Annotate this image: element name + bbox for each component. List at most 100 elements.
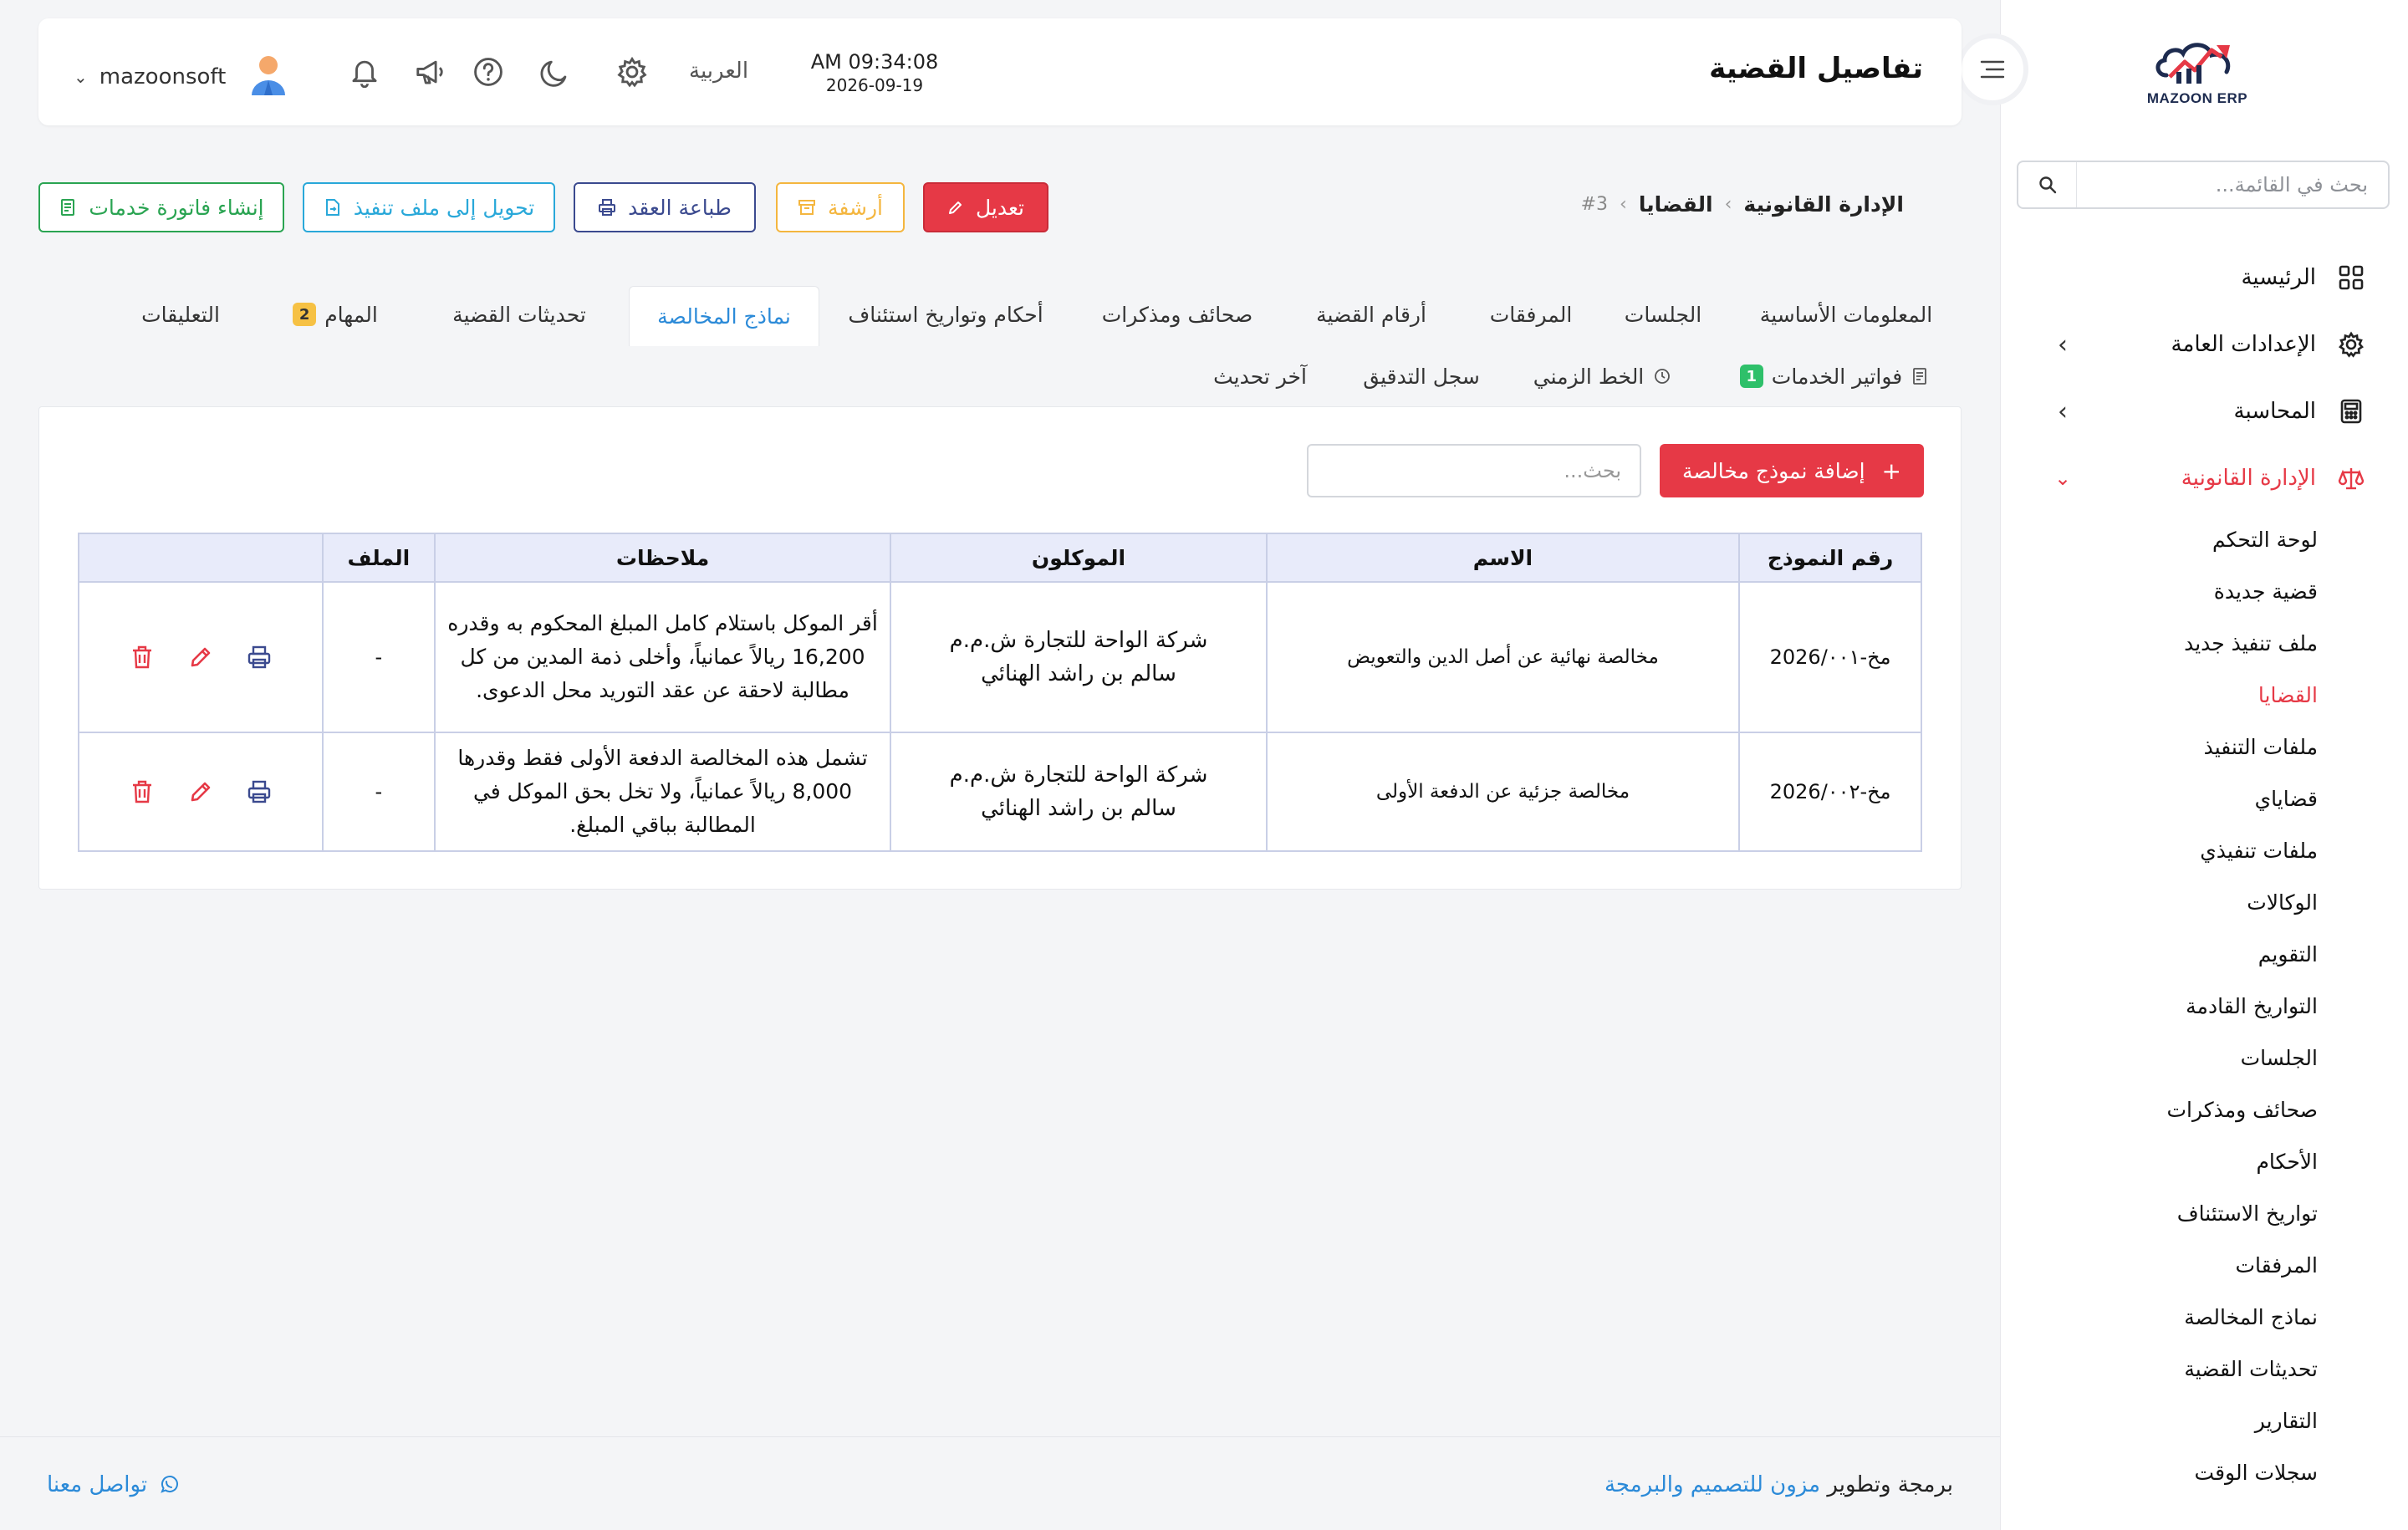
edit-icon[interactable] — [188, 645, 213, 670]
sidebar-subitem[interactable]: قضاياي — [2000, 773, 2408, 824]
tab-judgments[interactable]: أحكام وتواريخ استئناف — [824, 284, 1067, 344]
settings-gear-icon[interactable] — [612, 52, 652, 92]
print-icon[interactable] — [247, 779, 272, 804]
help-icon[interactable] — [468, 52, 508, 92]
user-menu[interactable]: ⌄ mazoonsoft — [74, 54, 288, 100]
settlements-table: رقم النموذج الاسم الموكلون ملاحظات الملف… — [78, 533, 1922, 852]
tab-audit-log[interactable]: سجل التدقيق — [1346, 346, 1497, 406]
sidebar-subitem[interactable]: نماذج المخالصة — [2000, 1291, 2408, 1343]
sidebar-subitem[interactable]: ملفات التنفيذ — [2000, 721, 2408, 773]
tab-tasks[interactable]: المهام 2 — [258, 284, 405, 344]
language-switch[interactable]: العربية — [689, 59, 748, 84]
sidebar-search — [2017, 161, 2390, 209]
table-row: مخ-2026/٠٠١ مخالصة نهائية عن أصل الدين و… — [78, 581, 1922, 733]
settlements-search-input[interactable] — [1307, 444, 1641, 497]
pencil-icon — [947, 199, 964, 216]
edit-icon[interactable] — [188, 779, 213, 804]
tab-timeline[interactable]: الخط الزمني — [1518, 346, 1686, 406]
search-icon[interactable] — [2018, 162, 2077, 207]
sidebar-subitem[interactable]: لوحة التحكم — [2000, 513, 2408, 565]
sidebar-subitem-cases[interactable]: القضايا — [2000, 669, 2408, 721]
chevron-down-icon: ⌄ — [2053, 467, 2072, 490]
case-tabs: المعلومات الأساسية الجلسات المرفقات أرقا… — [38, 284, 1962, 406]
breadcrumb: الإدارة القانونية ‹ القضايا ‹ #3 — [1581, 192, 1904, 217]
cell-name: مخالصة نهائية عن أصل الدين والتعويض — [1265, 581, 1741, 733]
sidebar-toggle-button[interactable] — [1956, 33, 2028, 105]
contact-us-link[interactable]: تواصل معنا — [47, 1472, 179, 1497]
username: mazoonsoft — [99, 64, 227, 89]
sidebar-subitem[interactable]: التواريخ القادمة — [2000, 980, 2408, 1032]
trash-icon[interactable] — [130, 779, 155, 804]
cell-clients: شركة الواحة للتجارة ش.م.م سالم بن راشد ا… — [890, 732, 1268, 852]
megaphone-icon[interactable] — [410, 52, 450, 92]
sidebar-subitem[interactable]: المرفقات — [2000, 1239, 2408, 1291]
sidebar-search-input[interactable] — [2077, 162, 2388, 207]
sidebar-item-label: الإعدادات العامة — [2171, 332, 2316, 357]
settlements-panel: + إضافة نموذج مخالصة رقم النموذج الاسم ا… — [38, 406, 1962, 890]
tab-case-numbers[interactable]: أرقام القضية — [1288, 284, 1455, 344]
archive-button[interactable]: أرشفة — [776, 182, 905, 232]
cell-number: مخ-2026/٠٠٢ — [1738, 732, 1922, 852]
plus-icon: + — [1881, 456, 1901, 485]
column-header: رقم النموذج — [1738, 533, 1922, 583]
calculator-icon — [2336, 396, 2366, 426]
logo[interactable]: MAZOON ERP — [2140, 33, 2254, 117]
sidebar-subitem[interactable]: التقارير — [2000, 1395, 2408, 1446]
add-settlement-button[interactable]: + إضافة نموذج مخالصة — [1660, 444, 1924, 497]
tab-basic-info[interactable]: المعلومات الأساسية — [1732, 284, 1960, 344]
print-contract-button[interactable]: طباعة العقد — [574, 182, 756, 232]
convert-to-execution-button[interactable]: تحويل إلى ملف تنفيذ — [303, 182, 555, 232]
trash-icon[interactable] — [130, 645, 155, 670]
archive-label: أرشفة — [827, 195, 883, 220]
sidebar-subitem[interactable]: الجلسات — [2000, 1032, 2408, 1084]
chevron-left-icon: ‹ — [2058, 396, 2068, 426]
sidebar-subitem[interactable]: ملف تنفيذ جديد — [2000, 617, 2408, 669]
sidebar-subitem[interactable]: التقويم — [2000, 928, 2408, 980]
moon-icon[interactable] — [535, 52, 575, 92]
sidebar: MAZOON ERP الرئيسية الإعدادات العامة ‹ — [2000, 0, 2408, 1530]
avatar[interactable] — [249, 54, 288, 100]
clock: AM 09:34:08 2026-09-19 — [791, 50, 958, 95]
tab-settlements[interactable]: نماذج المخالصة — [629, 286, 819, 346]
sidebar-item-label: الرئيسية — [2241, 265, 2316, 290]
grid-icon — [2336, 263, 2366, 293]
table-row: مخ-2026/٠٠٢ مخالصة جزئية عن الدفعة الأول… — [78, 732, 1922, 852]
sidebar-subitem[interactable]: الأحكام — [2000, 1135, 2408, 1187]
sidebar-subitem[interactable]: قضية جديدة — [2000, 565, 2408, 617]
sidebar-item-label: الإدارة القانونية — [2181, 466, 2316, 491]
tab-sessions[interactable]: الجلسات — [1607, 284, 1719, 344]
archive-icon — [798, 198, 816, 217]
chevron-left-icon: ‹ — [1620, 194, 1627, 215]
sidebar-subitem[interactable]: صحائف ومذكرات — [2000, 1084, 2408, 1135]
sidebar-subitem[interactable]: سجلات الوقت — [2000, 1446, 2408, 1498]
create-invoice-button[interactable]: إنشاء فاتورة خدمات — [38, 182, 284, 232]
sidebar-subitem[interactable]: ملفات تنفيذي — [2000, 824, 2408, 876]
page-title: تفاصيل القضية — [1709, 52, 1923, 85]
footer: برمجة وتطوير مزون للتصميم والبرمجة تواصل… — [0, 1436, 2000, 1530]
tab-case-updates[interactable]: تحديثات القضية — [423, 284, 615, 344]
sidebar-item-home[interactable]: الرئيسية — [2000, 244, 2408, 311]
tab-last-update[interactable]: آخر تحديث — [1196, 346, 1324, 406]
column-header: الاسم — [1265, 533, 1741, 583]
cell-actions — [78, 732, 324, 852]
sidebar-subitem[interactable]: تحديثات القضية — [2000, 1343, 2408, 1395]
sidebar-item-legal[interactable]: الإدارة القانونية ⌄ — [2000, 445, 2408, 512]
sidebar-subitem[interactable]: الوكالات — [2000, 876, 2408, 928]
sidebar-item-settings[interactable]: الإعدادات العامة ‹ — [2000, 311, 2408, 378]
convert-label: تحويل إلى ملف تنفيذ — [353, 195, 535, 220]
breadcrumb-root[interactable]: الإدارة القانونية — [1743, 192, 1904, 217]
sidebar-subitem[interactable]: تواريخ الاستئناف — [2000, 1187, 2408, 1239]
company-link[interactable]: مزون للتصميم والبرمجة — [1604, 1472, 1820, 1497]
bell-icon[interactable] — [344, 52, 385, 92]
invoices-count-badge: 1 — [1739, 365, 1763, 388]
invoice-label: إنشاء فاتورة خدمات — [89, 195, 264, 220]
edit-button[interactable]: تعديل — [923, 182, 1048, 232]
sidebar-item-accounting[interactable]: المحاسبة ‹ — [2000, 378, 2408, 445]
breadcrumb-current: #3 — [1580, 194, 1609, 215]
breadcrumb-section[interactable]: القضايا — [1639, 192, 1713, 217]
tab-attachments[interactable]: المرفقات — [1468, 284, 1594, 344]
tab-comments[interactable]: التعليقات — [109, 284, 253, 344]
tab-pleadings[interactable]: صحائف ومذكرات — [1080, 284, 1274, 344]
print-icon[interactable] — [247, 645, 272, 670]
tab-invoices[interactable]: فواتير الخدمات 1 — [1697, 346, 1962, 406]
